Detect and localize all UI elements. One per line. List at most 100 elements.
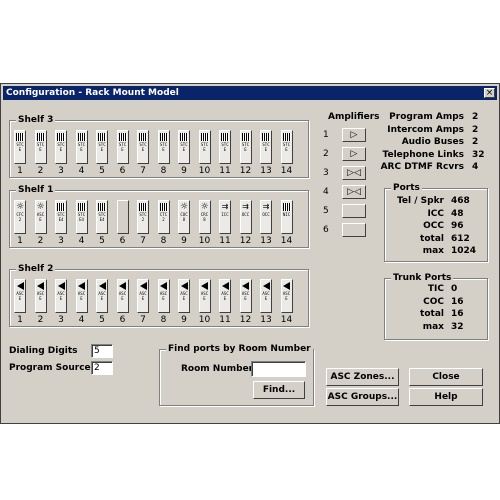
card-number: 9 bbox=[181, 166, 187, 176]
card-slot[interactable]: STC E bbox=[137, 130, 149, 164]
card-slot[interactable]: STC E bbox=[280, 130, 293, 164]
card-label: STC E bbox=[16, 142, 24, 152]
card-slot[interactable]: ☼ COC 8 bbox=[178, 200, 190, 234]
room-number-input[interactable] bbox=[251, 361, 306, 377]
card-slot[interactable]: STC E4 bbox=[55, 200, 67, 234]
card-label: STC E bbox=[221, 142, 229, 152]
amplifier-button[interactable]: ▷◁ bbox=[342, 185, 366, 199]
card-number: 4 bbox=[78, 166, 85, 176]
speaker-icon bbox=[160, 282, 167, 290]
card-slot[interactable]: CTC 2 bbox=[157, 200, 170, 234]
card-slot[interactable]: STC E bbox=[34, 130, 47, 164]
card-slot[interactable]: ASC E bbox=[55, 279, 67, 313]
card-slot[interactable]: STC E bbox=[198, 130, 211, 164]
card-number: 10 bbox=[198, 315, 211, 325]
card-slot[interactable]: ASC E bbox=[116, 279, 129, 313]
card-slot[interactable]: STC E bbox=[55, 130, 67, 164]
dialing-digits-field[interactable]: 5 bbox=[91, 344, 113, 358]
card-label: CRC 8 bbox=[200, 212, 209, 222]
program-sources-field[interactable]: 2 bbox=[91, 361, 113, 375]
card-number: 14 bbox=[280, 236, 293, 246]
card-slot[interactable]: STC E bbox=[157, 130, 170, 164]
card-lines-icon bbox=[57, 203, 65, 211]
find-ports-title: Find ports by Room Number bbox=[166, 343, 313, 355]
close-icon[interactable]: × bbox=[484, 88, 495, 98]
card-label: STC E bbox=[118, 142, 127, 152]
card-slot[interactable]: ASC E bbox=[260, 279, 272, 313]
card-label: STC E bbox=[57, 142, 65, 152]
card-number: 11 bbox=[219, 236, 231, 246]
ports-value: 48 bbox=[451, 208, 464, 219]
card-slot[interactable]: ASC E bbox=[157, 279, 170, 313]
card-number: 2 bbox=[37, 315, 44, 325]
card-slot[interactable]: STC 2 bbox=[137, 200, 149, 234]
speaker-icon bbox=[201, 282, 208, 290]
card-slot[interactable]: ASC E bbox=[75, 279, 88, 313]
card-slot[interactable]: STC E4 bbox=[96, 200, 108, 234]
card-label: STC E4 bbox=[57, 212, 65, 222]
card-slot[interactable] bbox=[116, 200, 129, 234]
card-slot[interactable]: STC E bbox=[96, 130, 108, 164]
card-slot[interactable]: ☼ ASC E bbox=[34, 200, 47, 234]
trunk-ports-label: COC bbox=[423, 296, 444, 307]
amplifier-number: 4 bbox=[323, 187, 329, 197]
find-button[interactable]: Find... bbox=[253, 381, 305, 399]
card-number: 10 bbox=[198, 236, 211, 246]
card-slot[interactable]: ASC E bbox=[219, 279, 231, 313]
card-slot[interactable]: ASC E bbox=[14, 279, 26, 313]
amplifier-button[interactable]: ▷ bbox=[342, 128, 366, 142]
amplifier-button[interactable]: ▷◁ bbox=[342, 166, 366, 180]
asc-groups-button[interactable]: ASC Groups... bbox=[326, 388, 399, 406]
card-slot[interactable]: ⇉ OCC bbox=[260, 200, 272, 234]
card-slot[interactable]: STC E bbox=[219, 130, 231, 164]
card-slot[interactable]: ⇉ ICC bbox=[219, 200, 231, 234]
speaker-icon bbox=[57, 282, 65, 290]
help-button[interactable]: Help bbox=[409, 388, 483, 406]
amplifier-button[interactable]: ▷ bbox=[342, 147, 366, 161]
card-slot[interactable]: STC E4 bbox=[75, 200, 88, 234]
card-number: 13 bbox=[260, 166, 272, 176]
card-slot[interactable]: ASC E bbox=[280, 279, 293, 313]
dialing-digits-label: Dialing Digits bbox=[9, 346, 78, 356]
ports-label: ICC bbox=[427, 208, 444, 219]
card-slot[interactable]: ASC E bbox=[34, 279, 47, 313]
card-slot[interactable]: ⇉ OCC bbox=[239, 200, 252, 234]
card-number: 6 bbox=[119, 236, 126, 246]
card-slot[interactable]: STC E bbox=[239, 130, 252, 164]
card-slot[interactable]: ☼ CRC 8 bbox=[198, 200, 211, 234]
card-slot[interactable]: ASC E bbox=[198, 279, 211, 313]
card-lines-icon bbox=[77, 133, 86, 141]
card-star-icon: ☼ bbox=[16, 202, 25, 212]
card-arrows-icon: ⇉ bbox=[242, 202, 249, 211]
card-label: STC E bbox=[159, 142, 168, 152]
amplifier-number: 3 bbox=[323, 168, 329, 178]
amplifier-button[interactable] bbox=[342, 204, 366, 218]
card-slot[interactable]: NIC bbox=[280, 200, 293, 234]
card-slot[interactable]: STC E bbox=[116, 130, 129, 164]
card-number: 5 bbox=[99, 315, 105, 325]
card-star-icon: ☼ bbox=[36, 202, 45, 212]
card-number: 1 bbox=[17, 236, 23, 246]
card-slot[interactable]: ☼ CFC 2 bbox=[14, 200, 26, 234]
card-slot[interactable]: STC E bbox=[178, 130, 190, 164]
card-label: ASC E bbox=[16, 291, 24, 301]
ports-label: Tel / Spkr bbox=[396, 196, 444, 206]
amplifier-button[interactable] bbox=[342, 223, 366, 237]
card-slot[interactable]: ASC E bbox=[178, 279, 190, 313]
card-slot[interactable]: STC E bbox=[14, 130, 26, 164]
card-slot[interactable]: STC E bbox=[75, 130, 88, 164]
program-sources-label: Program Sources bbox=[9, 363, 96, 373]
asc-zones-button[interactable]: ASC Zones... bbox=[326, 368, 399, 386]
card-slot[interactable]: ASC E bbox=[239, 279, 252, 313]
card-number: 12 bbox=[239, 315, 252, 325]
card-slot[interactable]: STC E bbox=[260, 130, 272, 164]
close-button[interactable]: Close bbox=[409, 368, 483, 386]
card-label: ASC E bbox=[221, 291, 229, 301]
card-slot[interactable]: ASC E bbox=[137, 279, 149, 313]
card-lines-icon bbox=[241, 133, 250, 141]
card-lines-icon bbox=[282, 133, 291, 141]
card-slot[interactable]: ASC E bbox=[96, 279, 108, 313]
card-label: ASC E bbox=[139, 291, 147, 301]
card-label: STC E bbox=[282, 142, 291, 152]
card-label: ICC bbox=[221, 212, 229, 217]
